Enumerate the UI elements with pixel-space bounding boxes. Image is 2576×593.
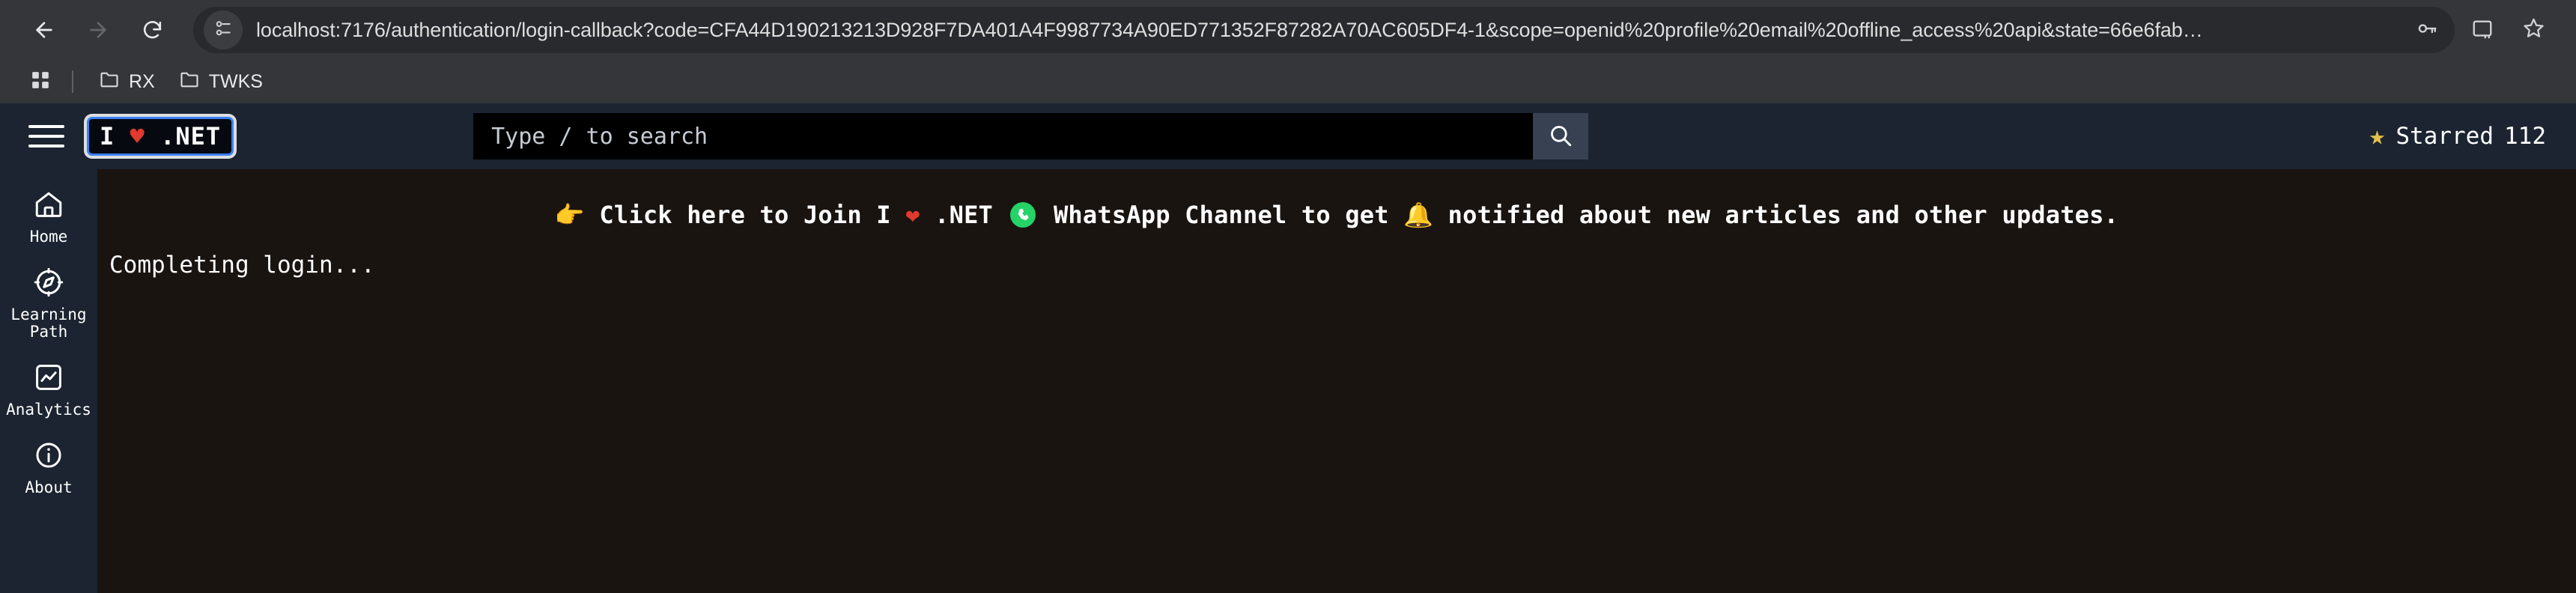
promo-banner[interactable]: 👉 Click here to Join I ❤ .NET WhatsApp C… [97,169,2576,229]
compass-icon [33,267,64,302]
pointing-hand-icon: 👉 [554,201,585,229]
web-app: I ♥ .NET ★ Starred 112 [0,103,2576,593]
app-header: I ♥ .NET ★ Starred 112 [0,103,2576,169]
sidebar-item-label: About [25,478,73,497]
main-content: 👉 Click here to Join I ❤ .NET WhatsApp C… [97,169,2576,593]
sidebar: Home Learning Path Analytics About [0,169,97,593]
sidebar-item-label: Learning Path [10,305,87,341]
info-circle-icon [33,440,64,475]
bookmark-folder-rx[interactable]: RX [87,64,167,100]
password-key-icon [2416,17,2438,43]
promo-text-end: notified about new articles and other up… [1448,201,2119,229]
home-icon [33,189,64,224]
bookmarks-bar: RX TWKS [0,60,2576,103]
app-body: Home Learning Path Analytics About 👉 Cli… [0,169,2576,593]
bookmark-button[interactable] [2510,7,2557,53]
sidebar-item-learning-path[interactable]: Learning Path [0,258,97,351]
bookmark-label: RX [129,70,155,92]
heart-icon: ❤ [905,201,920,229]
promo-text-after-whatsapp: WhatsApp Channel to get [1053,201,1389,229]
brand-suffix: .NET [160,122,222,150]
bell-icon: 🔔 [1403,201,1434,229]
omnibox-actions [2407,10,2447,50]
search-submit-button[interactable] [1533,113,1589,159]
brand-logo[interactable]: I ♥ .NET [87,117,234,156]
sidebar-item-about[interactable]: About [0,431,97,507]
search-icon [1548,123,1573,150]
browser-chrome: localhost:7176/authentication/login-call… [0,0,2576,103]
promo-text-before-heart: Click here to Join I [599,201,891,229]
analytics-chart-icon [33,362,64,397]
address-bar[interactable]: localhost:7176/authentication/login-call… [193,7,2455,53]
browser-toolbar: localhost:7176/authentication/login-call… [0,0,2576,60]
folder-icon [179,69,200,95]
bookmark-star-icon [2522,16,2545,43]
heart-icon: ♥ [130,122,145,150]
back-button[interactable] [19,5,69,55]
whatsapp-icon [1010,202,1036,228]
site-settings-icon [213,19,233,42]
reload-icon [141,19,164,42]
sidebar-item-label: Home [29,228,68,246]
back-arrow-icon [32,18,56,42]
reload-button[interactable] [127,5,177,55]
sidebar-item-label: Analytics [6,401,91,419]
star-icon: ★ [2369,121,2386,151]
promo-text-after-heart: .NET [935,201,994,229]
apps-grid-icon [31,70,50,94]
install-app-icon [2471,17,2494,43]
sidebar-item-home[interactable]: Home [0,180,97,256]
bookmarks-separator [72,70,73,93]
password-manager-button[interactable] [2407,10,2447,50]
hamburger-menu-icon[interactable] [22,114,70,159]
bookmark-label: TWKS [208,70,263,92]
url-text: localhost:7176/authentication/login-call… [256,18,2203,41]
login-status-text: Completing login... [109,252,375,279]
search-bar [473,113,1589,159]
starred-count: 112 [2504,123,2546,150]
starred-counter[interactable]: ★ Starred 112 [2369,123,2551,150]
sidebar-item-analytics[interactable]: Analytics [0,353,97,429]
bookmark-folder-twks[interactable]: TWKS [167,64,275,100]
site-settings-button[interactable] [204,10,243,49]
starred-label: Starred [2396,123,2494,150]
folder-icon [99,69,120,95]
forward-arrow-icon [86,18,110,42]
brand-prefix: I [100,122,115,150]
apps-shortcut-button[interactable] [19,64,61,100]
search-input[interactable] [473,113,1534,159]
install-app-button[interactable] [2459,7,2506,53]
forward-button[interactable] [73,5,123,55]
